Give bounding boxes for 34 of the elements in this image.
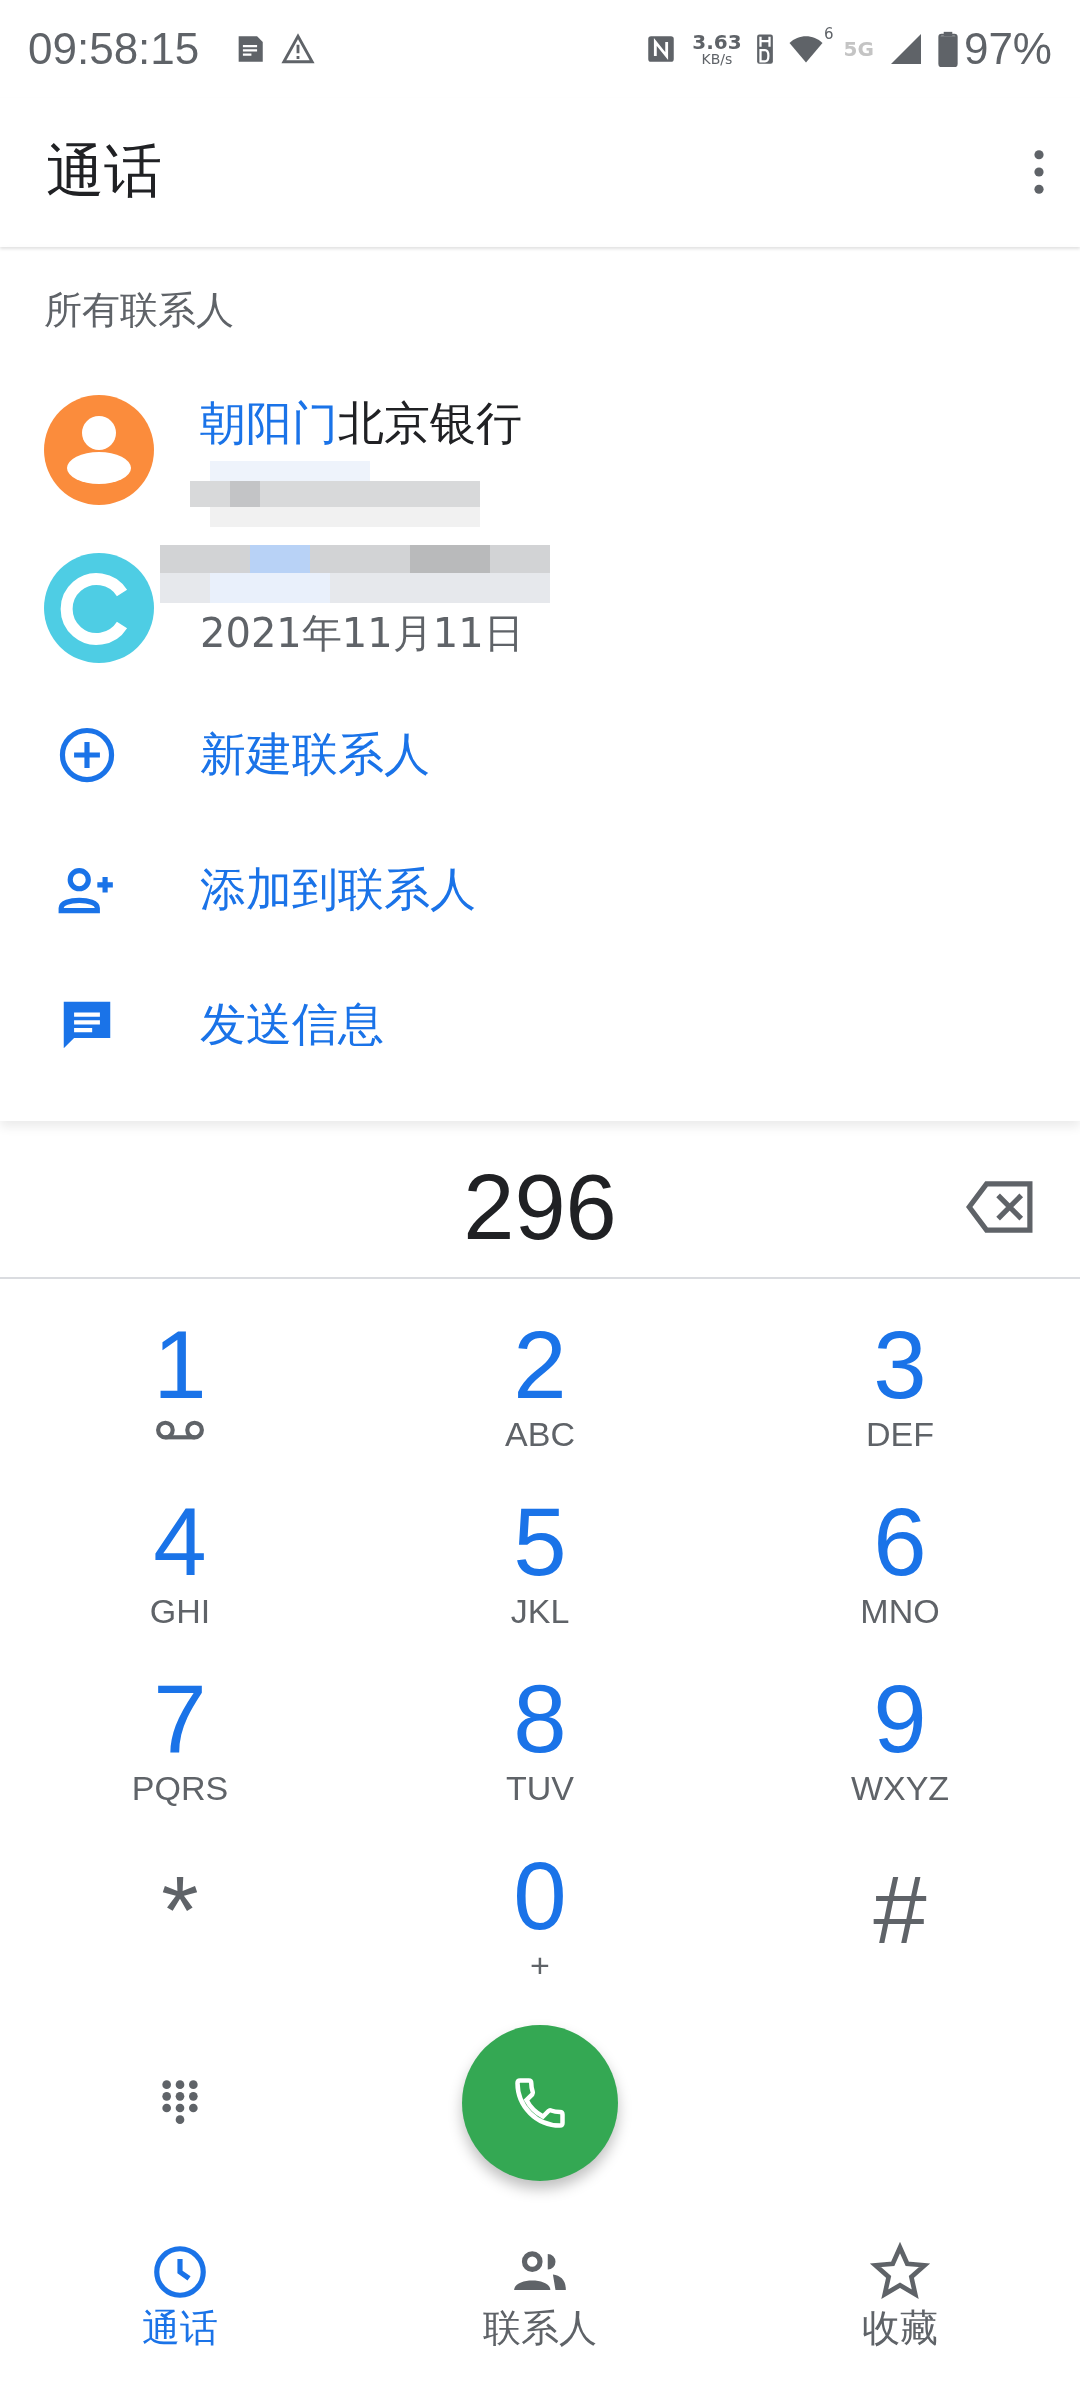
contact-date: 2021年11月11日 bbox=[200, 608, 524, 658]
dial-key[interactable]: 0 + bbox=[460, 1847, 620, 1998]
status-time: 09:58:15 bbox=[28, 23, 200, 74]
dial-key[interactable]: 4 GHI bbox=[100, 1493, 260, 1644]
contact-name[interactable]: 朝阳门北京银行 bbox=[200, 393, 522, 456]
app-title: 通话 bbox=[46, 136, 162, 208]
action-item[interactable]: 添加到联系人 bbox=[0, 822, 1080, 958]
dial-key[interactable]: # bbox=[820, 1847, 980, 1998]
battery-percent: 97% bbox=[963, 23, 1052, 74]
action-item[interactable]: 新建联系人 bbox=[0, 687, 1080, 823]
warning-icon bbox=[281, 31, 316, 66]
dial-field[interactable]: 296 bbox=[0, 1139, 1080, 1279]
nav-tab[interactable]: 通话 bbox=[80, 2230, 280, 2400]
dial-key[interactable]: 7 PQRS bbox=[100, 1670, 260, 1821]
battery-icon bbox=[937, 30, 958, 67]
network-type: 5G bbox=[843, 36, 874, 61]
wifi-level-label: 6 bbox=[824, 24, 834, 43]
dial-key[interactable]: 6 MNO bbox=[820, 1493, 980, 1644]
dial-key[interactable]: 5 JKL bbox=[460, 1493, 620, 1644]
dial-key[interactable]: * bbox=[100, 1847, 260, 1998]
dial-key[interactable]: 3 DEF bbox=[820, 1316, 980, 1467]
more-icon[interactable] bbox=[1034, 149, 1044, 196]
network-speed: 3.63 KB/s bbox=[692, 31, 742, 66]
dial-key[interactable]: 8 TUV bbox=[460, 1670, 620, 1821]
action-item[interactable]: 发送信息 bbox=[0, 957, 1080, 1093]
section-header: 所有联系人 bbox=[43, 287, 235, 335]
voicemail-icon bbox=[155, 1418, 205, 1441]
dial-key[interactable]: 1 bbox=[100, 1316, 260, 1467]
call-button[interactable] bbox=[462, 2024, 618, 2181]
nav-tab[interactable]: 收藏 bbox=[800, 2230, 1000, 2400]
hd-icon bbox=[755, 31, 774, 66]
nav-tab[interactable]: 联系人 bbox=[440, 2230, 640, 2400]
dial-key[interactable]: 9 WXYZ bbox=[820, 1670, 980, 1821]
dial-key[interactable]: 2 ABC bbox=[460, 1316, 620, 1467]
